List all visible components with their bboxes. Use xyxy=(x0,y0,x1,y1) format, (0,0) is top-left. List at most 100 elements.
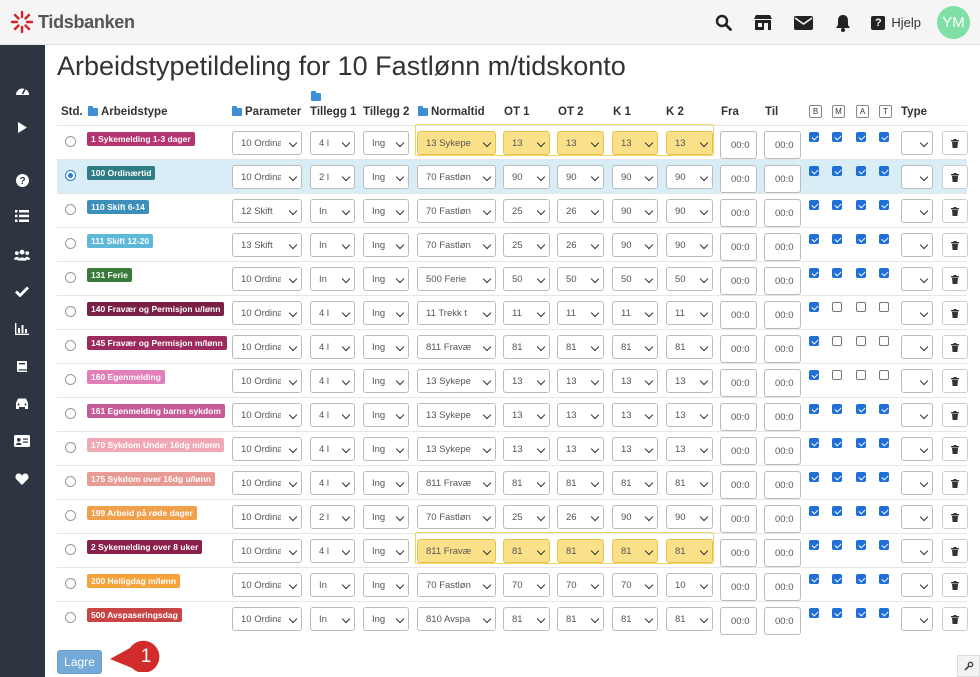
std-radio[interactable] xyxy=(65,204,76,215)
k2-select[interactable]: 90 xyxy=(666,165,713,189)
normaltid-select[interactable]: 811 Fravæ xyxy=(417,471,496,495)
k2-select[interactable]: 13 xyxy=(666,369,713,393)
tillegg2-select[interactable]: Ing xyxy=(363,471,409,495)
fra-time-input[interactable]: 00:0 xyxy=(720,199,757,227)
normaltid-select[interactable]: 13 Sykepe xyxy=(417,369,496,393)
checkbox-t[interactable] xyxy=(879,302,889,312)
tillegg1-select[interactable]: In xyxy=(310,573,355,597)
tillegg1-select[interactable]: 4 l xyxy=(310,131,355,155)
til-time-input[interactable]: 00:0 xyxy=(764,539,801,567)
ot1-select[interactable]: 81 xyxy=(503,471,550,495)
k1-select[interactable]: 50 xyxy=(612,267,658,291)
std-radio[interactable] xyxy=(65,340,76,351)
type-select[interactable] xyxy=(901,199,933,223)
delete-button[interactable] xyxy=(942,437,968,461)
checkbox-m[interactable] xyxy=(832,166,842,176)
ot1-select[interactable]: 50 xyxy=(503,267,550,291)
tillegg2-select[interactable]: Ing xyxy=(363,505,409,529)
k2-select[interactable]: 90 xyxy=(666,505,713,529)
parameter-select[interactable]: 10 Ordinær xyxy=(232,437,302,461)
bell-icon[interactable] xyxy=(832,12,854,34)
checkbox-a[interactable] xyxy=(856,166,866,176)
delete-button[interactable] xyxy=(942,131,968,155)
k2-select[interactable]: 13 xyxy=(666,131,713,155)
type-select[interactable] xyxy=(901,505,933,529)
parameter-select[interactable]: 10 Ordinær xyxy=(232,165,302,189)
ot2-select[interactable]: 81 xyxy=(557,335,604,359)
delete-button[interactable] xyxy=(942,505,968,529)
normaltid-select[interactable]: 810 Avspa xyxy=(417,607,496,631)
fra-time-input[interactable]: 00:0 xyxy=(720,505,757,533)
checkbox-b[interactable] xyxy=(809,268,819,278)
fra-time-input[interactable]: 00:0 xyxy=(720,301,757,329)
search-icon[interactable] xyxy=(712,12,734,34)
delete-button[interactable] xyxy=(942,403,968,427)
checkbox-a[interactable] xyxy=(856,472,866,482)
normaltid-select[interactable]: 70 Fastløn xyxy=(417,573,496,597)
fra-time-input[interactable]: 00:0 xyxy=(720,267,757,295)
til-time-input[interactable]: 00:0 xyxy=(764,437,801,465)
checkbox-a[interactable] xyxy=(856,370,866,380)
fra-time-input[interactable]: 00:0 xyxy=(720,165,757,193)
delete-button[interactable] xyxy=(942,539,968,563)
checkbox-b[interactable] xyxy=(809,472,819,482)
tillegg1-select[interactable]: 4 l xyxy=(310,369,355,393)
tillegg1-select[interactable]: 4 l xyxy=(310,437,355,461)
tillegg2-select[interactable]: Ing xyxy=(363,199,409,223)
checkbox-a[interactable] xyxy=(856,540,866,550)
heart-icon[interactable] xyxy=(14,471,30,487)
ot2-select[interactable]: 81 xyxy=(557,539,604,563)
type-select[interactable] xyxy=(901,267,933,291)
fra-time-input[interactable]: 00:0 xyxy=(720,335,757,363)
k1-select[interactable]: 81 xyxy=(612,471,658,495)
k1-select[interactable]: 90 xyxy=(612,199,658,223)
std-radio[interactable] xyxy=(65,544,76,555)
normaltid-select[interactable]: 13 Sykepe xyxy=(417,437,496,461)
ot2-select[interactable]: 26 xyxy=(557,233,604,257)
tillegg1-select[interactable]: 4 l xyxy=(310,539,355,563)
tillegg1-select[interactable]: 2 l xyxy=(310,505,355,529)
ot1-select[interactable]: 81 xyxy=(503,607,550,631)
tillegg2-select[interactable]: Ing xyxy=(363,301,409,325)
k2-select[interactable]: 90 xyxy=(666,199,713,223)
ot1-select[interactable]: 70 xyxy=(503,573,550,597)
normaltid-select[interactable]: 70 Fastløn xyxy=(417,165,496,189)
tillegg2-select[interactable]: Ing xyxy=(363,573,409,597)
ot2-select[interactable]: 81 xyxy=(557,607,604,631)
parameter-select[interactable]: 10 Ordinær xyxy=(232,267,302,291)
bar-chart-icon[interactable] xyxy=(14,321,30,337)
type-select[interactable] xyxy=(901,403,933,427)
tillegg2-select[interactable]: Ing xyxy=(363,233,409,257)
k2-select[interactable]: 13 xyxy=(666,403,713,427)
ot2-select[interactable]: 13 xyxy=(557,131,604,155)
logo[interactable]: Tidsbanken xyxy=(10,10,135,34)
checkbox-b[interactable] xyxy=(809,166,819,176)
checkbox-b[interactable] xyxy=(809,438,819,448)
delete-button[interactable] xyxy=(942,267,968,291)
normaltid-select[interactable]: 13 Sykepe xyxy=(417,131,496,155)
checkbox-t[interactable] xyxy=(879,132,889,142)
std-radio[interactable] xyxy=(65,238,76,249)
checkbox-m[interactable] xyxy=(832,438,842,448)
std-radio[interactable] xyxy=(65,408,76,419)
type-select[interactable] xyxy=(901,437,933,461)
k1-select[interactable]: 90 xyxy=(612,233,658,257)
ot1-select[interactable]: 81 xyxy=(503,539,550,563)
checkbox-a[interactable] xyxy=(856,200,866,210)
normaltid-select[interactable]: 811 Fravæ xyxy=(417,539,496,563)
type-select[interactable] xyxy=(901,335,933,359)
fra-time-input[interactable]: 00:0 xyxy=(720,369,757,397)
store-icon[interactable] xyxy=(752,12,774,34)
checkbox-m[interactable] xyxy=(832,472,842,482)
std-radio[interactable] xyxy=(65,306,76,317)
normaltid-select[interactable]: 11 Trekk t xyxy=(417,301,496,325)
checkbox-t[interactable] xyxy=(879,438,889,448)
checkbox-a[interactable] xyxy=(856,234,866,244)
checkbox-b[interactable] xyxy=(809,302,819,312)
checkbox-m[interactable] xyxy=(832,234,842,244)
delete-button[interactable] xyxy=(942,301,968,325)
type-select[interactable] xyxy=(901,131,933,155)
til-time-input[interactable]: 00:0 xyxy=(764,233,801,261)
fra-time-input[interactable]: 00:0 xyxy=(720,131,757,159)
parameter-select[interactable]: 10 Ordinær xyxy=(232,607,302,631)
